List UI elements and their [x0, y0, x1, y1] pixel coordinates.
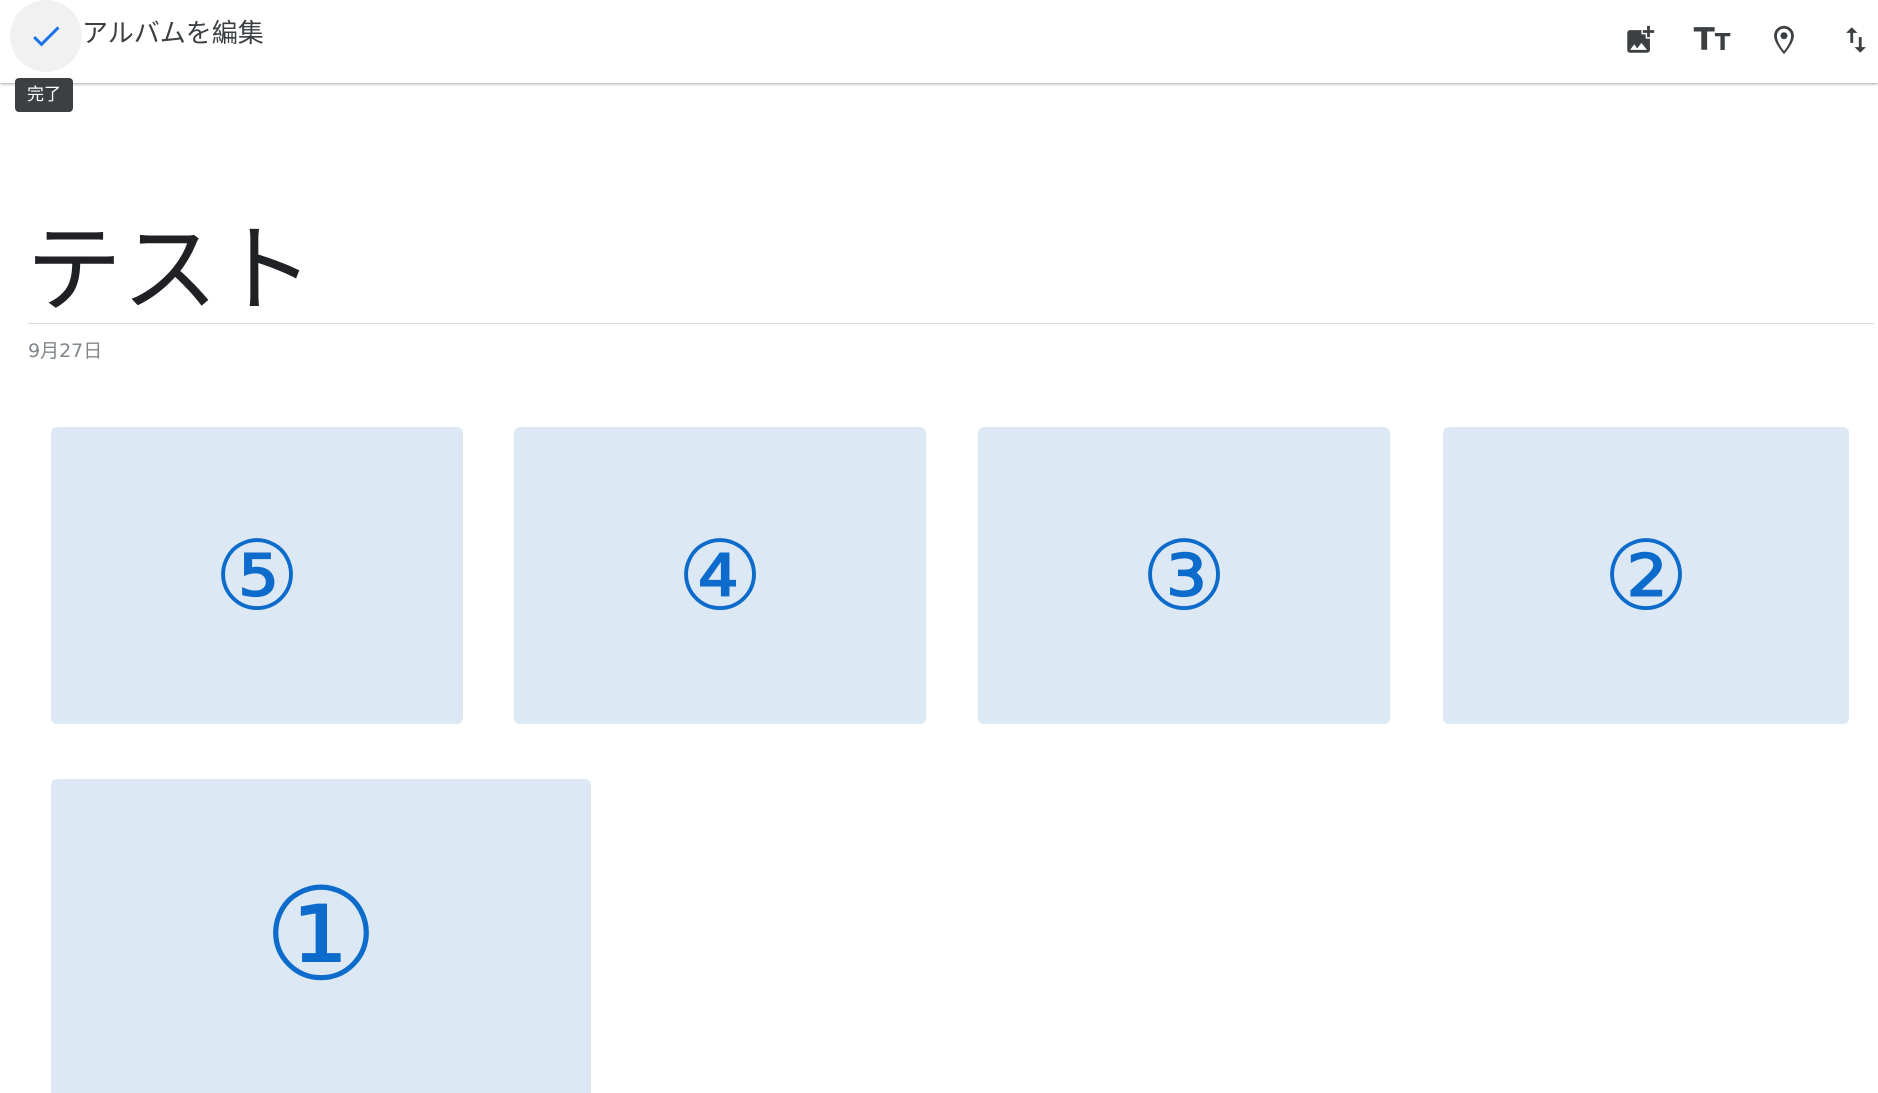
photo-tile[interactable]: ⑤	[51, 427, 463, 724]
add-location-icon	[1774, 25, 1794, 55]
done-tooltip: 完了	[15, 78, 73, 112]
check-icon	[33, 26, 60, 47]
photo-number: ①	[263, 861, 379, 1010]
photo-tile[interactable]: ④	[514, 427, 926, 724]
photo-tile[interactable]: ②	[1443, 427, 1849, 724]
photo-tile[interactable]: ③	[978, 427, 1390, 724]
add-text-icon: TT	[1693, 22, 1731, 58]
sort-icon	[1846, 27, 1866, 53]
photo-tile[interactable]: ①	[51, 779, 591, 1093]
photo-number: ⑤	[213, 519, 301, 632]
add-text-button[interactable]: TT	[1684, 12, 1740, 68]
add-location-button[interactable]	[1756, 12, 1812, 68]
photo-number: ③	[1140, 519, 1228, 632]
add-photos-button[interactable]	[1612, 12, 1668, 68]
album-date[interactable]: 9月27日	[28, 338, 102, 364]
page-title: アルバムを編集	[82, 19, 264, 49]
done-button[interactable]	[10, 0, 82, 72]
top-app-bar: アルバムを編集 TT	[0, 0, 1878, 83]
album-title[interactable]: テスト	[26, 215, 1876, 325]
photo-number: ④	[676, 519, 764, 632]
title-divider	[28, 323, 1874, 324]
add-photos-icon	[1627, 25, 1655, 53]
photo-number: ②	[1602, 519, 1690, 632]
sort-button[interactable]	[1828, 12, 1878, 68]
